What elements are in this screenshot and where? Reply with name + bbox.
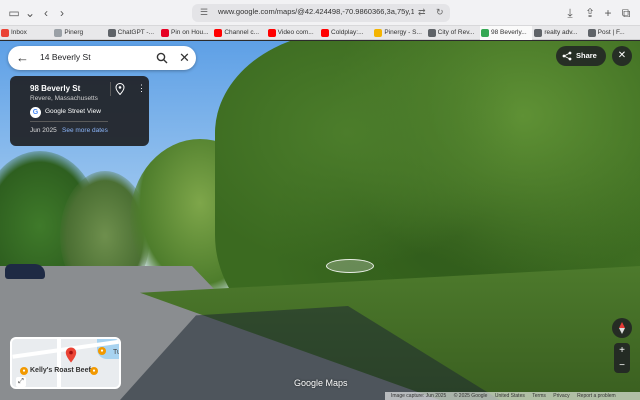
minimap[interactable]: ● ● ● Tu Kelly's Roast Beef ⤢	[10, 337, 121, 389]
tab-overview-icon[interactable]: ⧉	[618, 5, 634, 21]
browser-tab[interactable]: Coldplay:...	[320, 26, 372, 40]
tab-label: Pinergy - S...	[384, 29, 422, 36]
favicon-icon	[54, 29, 63, 37]
share-button[interactable]: Share	[556, 46, 606, 66]
divider	[110, 82, 111, 96]
source-label: Google Street View	[45, 108, 101, 115]
close-street-view-button[interactable]: ✕	[612, 46, 632, 66]
browser-tab[interactable]: Channel c...	[213, 26, 265, 40]
divider	[30, 121, 108, 122]
location-pin-icon	[65, 347, 77, 363]
capture-date: Jun 2025	[30, 127, 57, 134]
tab-label: ChatGPT -...	[117, 29, 155, 36]
share-page-icon[interactable]: ⇪	[582, 5, 598, 21]
zoom-out-button[interactable]: −	[614, 358, 630, 373]
close-icon[interactable]: ✕	[179, 50, 190, 66]
browser-toolbar: ▭ ⌄ ‹ › ☰ www.google.com/maps/@42.424498…	[0, 0, 640, 26]
browser-tab[interactable]: Post | F...	[587, 26, 639, 40]
favicon-icon	[481, 29, 489, 37]
favicon-icon	[214, 29, 223, 37]
google-g-icon: G	[30, 107, 41, 118]
tab-label: realty adv...	[544, 29, 578, 36]
tab-label: Video com...	[277, 29, 314, 36]
map-road	[57, 339, 61, 387]
search-box[interactable]: ← 14 Beverly St ✕	[8, 46, 196, 70]
favicon-icon	[534, 29, 543, 37]
forward-icon[interactable]: ›	[54, 5, 70, 21]
address-bar[interactable]: ☰ www.google.com/maps/@42.424498,-70.986…	[192, 4, 450, 22]
browser-tab[interactable]: Inbox	[0, 26, 52, 40]
chevron-down-icon[interactable]: ⌄	[22, 5, 38, 21]
browser-tab[interactable]: 98 Beverly...	[480, 26, 533, 40]
favicon-icon	[321, 29, 329, 37]
tab-label: Inbox	[11, 29, 27, 36]
favicon-icon	[107, 29, 116, 37]
attribution-bar: Image capture: Jun 2025 © 2025 Google Un…	[385, 392, 640, 400]
privacy-link[interactable]: Privacy	[553, 393, 569, 399]
tab-label: Coldplay:...	[331, 29, 364, 36]
expand-icon[interactable]: ⤢	[16, 377, 26, 387]
new-tab-icon[interactable]: +	[600, 5, 616, 21]
browser-tab[interactable]: Pinergy - S...	[373, 26, 425, 40]
card-subtitle: Revere, Massachusetts	[30, 95, 98, 102]
report-problem-link[interactable]: Report a problem	[577, 393, 616, 399]
parked-car	[5, 264, 45, 279]
favicon-icon	[1, 29, 9, 37]
back-arrow-icon[interactable]: ←	[16, 50, 29, 66]
restaurant-icon: ●	[90, 367, 98, 375]
tab-label: Pin on Hou...	[171, 29, 209, 36]
location-card: 98 Beverly St Revere, Massachusetts ⋮ G …	[10, 76, 149, 146]
card-title: 98 Beverly St	[30, 84, 81, 93]
browser-tab[interactable]: realty adv...	[533, 26, 585, 40]
translate-icon[interactable]: ⇄	[418, 7, 426, 18]
search-icon[interactable]	[156, 52, 168, 64]
image-capture-text: Image capture: Jun 2025	[391, 393, 447, 399]
browser-tab[interactable]: Pin on Hou...	[160, 26, 212, 40]
restaurant-icon: ●	[98, 347, 106, 355]
tab-label: Channel c...	[224, 29, 260, 36]
sidebar-toggle-icon[interactable]: ▭	[6, 5, 22, 21]
favicon-icon	[587, 29, 596, 37]
search-input[interactable]: 14 Beverly St	[40, 52, 91, 62]
google-maps-logo: Google Maps	[294, 378, 348, 388]
copyright-text: © 2025 Google	[453, 393, 488, 399]
tab-label: Post | F...	[597, 29, 625, 36]
browser-tab[interactable]: Video com...	[267, 26, 319, 40]
tab-bar: Inbox Pinerg ChatGPT -... Pin on Hou... Chan…	[0, 26, 640, 40]
download-icon[interactable]: ⤓	[562, 5, 578, 21]
favicon-icon	[374, 29, 383, 37]
restaurant-icon: ●	[20, 367, 28, 375]
share-label: Share	[576, 51, 597, 60]
url-text: www.google.com/maps/@42.424498,-70.98603…	[218, 7, 414, 16]
region-link[interactable]: United States	[495, 393, 525, 399]
compass-icon[interactable]	[612, 318, 632, 338]
terms-link[interactable]: Terms	[532, 393, 546, 399]
map-label: Tu	[113, 349, 121, 356]
reload-icon[interactable]: ↻	[436, 7, 444, 18]
browser-tab[interactable]: City of Rev...	[427, 26, 479, 40]
zoom-control: + −	[614, 343, 630, 373]
zoom-in-button[interactable]: +	[614, 343, 630, 358]
share-icon	[562, 51, 572, 61]
favicon-icon	[267, 29, 276, 37]
see-more-dates-link[interactable]: See more dates	[62, 127, 108, 134]
browser-tab[interactable]: Pinerg	[53, 26, 105, 40]
favicon-icon	[427, 29, 436, 37]
map-pin-icon[interactable]	[115, 83, 125, 95]
move-cursor-disc[interactable]	[326, 259, 374, 273]
favicon-icon	[161, 29, 169, 37]
more-options-icon[interactable]: ⋮	[137, 83, 146, 93]
map-place-label: Kelly's Roast Beef	[30, 367, 91, 374]
tab-label: Pinerg	[64, 29, 84, 36]
back-icon[interactable]: ‹	[38, 5, 54, 21]
tab-label: 98 Beverly...	[491, 29, 527, 36]
browser-tab[interactable]: ChatGPT -...	[107, 26, 159, 40]
page-settings-icon[interactable]: ☰	[200, 7, 208, 18]
tab-label: City of Rev...	[437, 29, 475, 36]
